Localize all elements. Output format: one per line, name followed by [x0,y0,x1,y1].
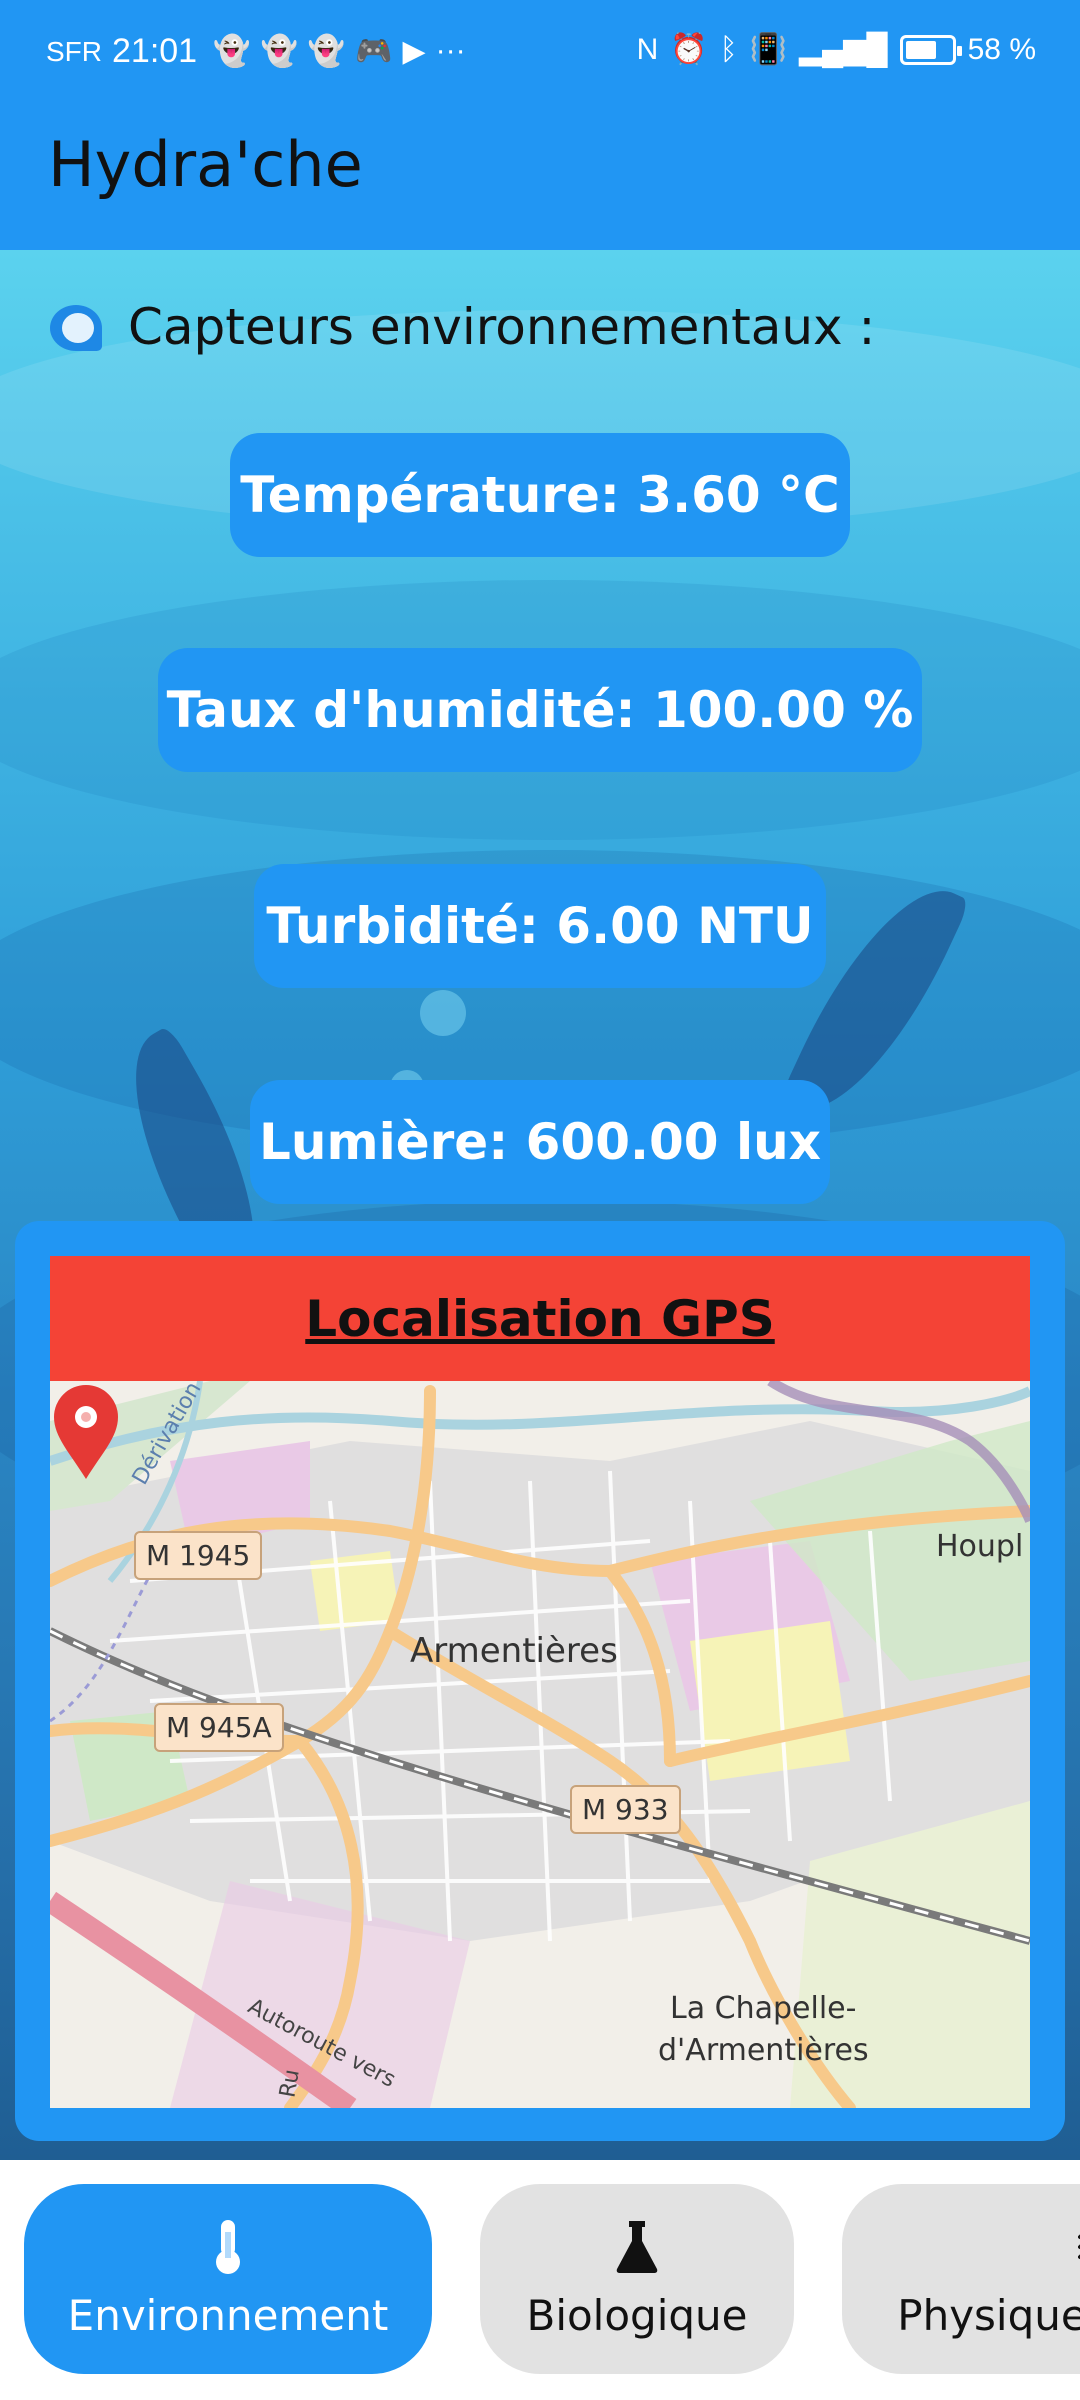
snapchat-icon: 👻 [307,35,346,68]
sensors-heading: Capteurs environnementaux : [48,298,875,356]
main-content[interactable]: Capteurs environnementaux : Température:… [0,250,1080,2160]
bubble-decoration [420,990,466,1036]
app-title: Hydra'che [48,128,363,201]
nav-environnement-button[interactable]: Environnement [24,2184,432,2374]
nav-biologique-button[interactable]: Biologique [480,2184,794,2374]
thermometer-icon [210,2219,246,2275]
gps-header: Localisation GPS [50,1256,1030,1381]
road-badge: M 933 [570,1785,681,1834]
signal-icon: ▂▄▆█ [798,33,888,66]
nav-label: Physique [897,2290,1080,2340]
battery-percent: 58 % [967,32,1036,66]
discord-icon: 🎮 [355,35,393,68]
turbidity-card: Turbidité: 6.00 NTU [254,864,826,988]
waves-icon [842,2219,1080,2275]
road-badge: M 1945 [134,1531,263,1580]
battery-icon [899,34,962,65]
location-pin-icon[interactable] [50,1381,122,1481]
youtube-icon: ▶ [402,35,426,68]
gps-card: Localisation GPS Armentières Houpl La Ch… [15,1221,1065,2141]
vibrate-icon: 📳 [749,33,787,66]
map-road-label: Ru [275,2067,305,2100]
light-card: Lumière: 600.00 lux [250,1080,830,1204]
humidity-card: Taux d'humidité: 100.00 % [158,648,922,772]
nav-label: Biologique [526,2290,748,2340]
status-left: SFR 21:01 👻 👻 👻 🎮 ▶ ··· [46,32,466,71]
bluetooth-icon: ᛒ [719,32,738,66]
gps-title: Localisation GPS [305,1289,775,1348]
carrier-label: SFR [46,35,102,67]
status-bar: SFR 21:01 👻 👻 👻 🎮 ▶ ··· N ⏰ ᛒ 📳 ▂▄▆█ 58 … [0,0,1080,104]
road-badge: M 945A [154,1703,284,1752]
status-right: N ⏰ ᛒ 📳 ▂▄▆█ 58 % [637,32,1036,67]
bottom-navigation: Environnement Biologique Physique [0,2160,1080,2400]
notification-icons: 👻 👻 👻 🎮 ▶ ··· [213,34,466,69]
map-place-label: Armentières [410,1631,618,1671]
map-place-label: La Chapelle- [670,1991,857,2026]
map-place-label: Houpl [936,1529,1024,1564]
clock: 21:01 [112,32,198,70]
snapchat-icon: 👻 [213,35,251,68]
nav-physique-button[interactable]: Physique [842,2184,1080,2374]
flask-icon [613,2219,661,2275]
nfc-icon: N [636,32,659,66]
sensors-heading-text: Capteurs environnementaux : [128,298,876,356]
app-header: SFR 21:01 👻 👻 👻 🎮 ▶ ··· N ⏰ ᛒ 📳 ▂▄▆█ 58 … [0,0,1080,250]
alarm-icon: ⏰ [670,33,708,66]
nav-label: Environnement [67,2290,389,2340]
gps-map[interactable]: Armentières Houpl La Chapelle- d'Armenti… [50,1381,1030,2108]
more-icon: ··· [435,34,466,67]
wave-icon [48,299,110,355]
temperature-card: Température: 3.60 °C [230,433,850,557]
snapchat-icon: 👻 [260,35,298,68]
map-place-label: d'Armentières [658,2033,869,2068]
